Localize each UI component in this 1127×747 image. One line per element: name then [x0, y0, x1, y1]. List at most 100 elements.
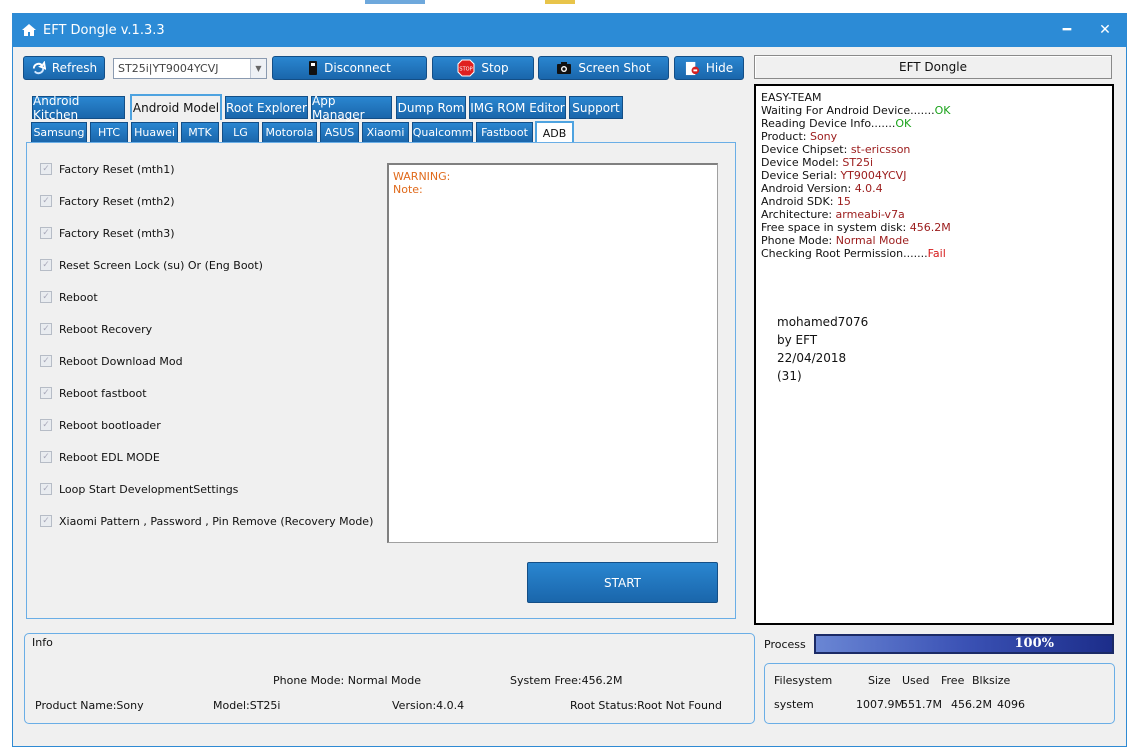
checkbox[interactable]: ✓ [40, 259, 52, 271]
minimize-button[interactable]: ━ [1056, 19, 1078, 41]
stop-label: Stop [481, 61, 509, 75]
refresh-label: Refresh [51, 61, 98, 75]
log-chipset: Device Chipset: st-ericsson [761, 143, 911, 156]
chevron-down-icon[interactable]: ▼ [250, 59, 266, 78]
checkbox[interactable]: ✓ [40, 195, 52, 207]
tab-android-kitchen[interactable]: Android Kitchen [32, 94, 125, 122]
tab-android-model[interactable]: Android Model [130, 94, 222, 120]
tab-app-manager[interactable]: App Manager [311, 94, 392, 122]
option-label: Loop Start DevelopmentSettings [59, 482, 239, 496]
fs-cell-name: system [774, 698, 814, 711]
log-sdk: Android SDK: 15 [761, 195, 851, 208]
refresh-button[interactable]: Refresh [23, 56, 105, 80]
option-label: Factory Reset (mth2) [59, 194, 175, 208]
option-reboot-download-mod[interactable]: ✓ Reboot Download Mod [40, 353, 183, 369]
hide-button[interactable]: Hide [674, 56, 744, 80]
signature-block: mohamed7076 by EFT 22/04/2018 (31) [777, 315, 869, 383]
log-root: Checking Root Permission.......Fail [761, 247, 946, 260]
info-version: Version:4.0.4 [392, 699, 465, 712]
option-reboot-bootloader[interactable]: ✓ Reboot bootloader [40, 417, 161, 433]
subtab-asus[interactable]: ASUS [320, 122, 359, 143]
disconnect-label: Disconnect [324, 61, 391, 75]
device-select-value: ST25i|YT9004YCVJ [118, 62, 219, 75]
info-model: Model:ST25i [213, 699, 281, 712]
subtab-mtk[interactable]: MTK [181, 122, 219, 143]
status-ok: OK [895, 117, 912, 130]
checkbox[interactable]: ✓ [40, 451, 52, 463]
option-reset-screen-lock[interactable]: ✓ Reset Screen Lock (su) Or (Eng Boot) [40, 257, 263, 273]
tab-img-rom-editor[interactable]: IMG ROM Editor [469, 96, 566, 119]
hide-label: Hide [705, 61, 734, 75]
log-version: Android Version: 4.0.4 [761, 182, 883, 195]
camera-icon [557, 62, 572, 74]
device-select[interactable]: ST25i|YT9004YCVJ ▼ [113, 58, 267, 79]
option-reboot-fastboot[interactable]: ✓ Reboot fastboot [40, 385, 147, 401]
option-factory-reset-mth3[interactable]: ✓ Factory Reset (mth3) [40, 225, 174, 241]
process-label: Process [764, 638, 806, 651]
background-strip [545, 0, 575, 4]
subtab-motorola[interactable]: Motorola [262, 122, 317, 143]
subtab-xiaomi[interactable]: Xiaomi [362, 122, 409, 143]
checkbox[interactable]: ✓ [40, 291, 52, 303]
checkbox[interactable]: ✓ [40, 483, 52, 495]
subtab-huawei[interactable]: Huawei [131, 122, 178, 143]
log-free-space: Free space in system disk: 456.2M [761, 221, 951, 234]
option-xiaomi-pattern-remove[interactable]: ✓ Xiaomi Pattern , Password , Pin Remove … [40, 513, 373, 529]
info-title: Info [32, 636, 53, 649]
option-label: Reset Screen Lock (su) Or (Eng Boot) [59, 258, 263, 272]
log-reading: Reading Device Info.......OK [761, 117, 912, 130]
fs-cell-blksize: 4096 [997, 698, 1025, 711]
log-phone-mode: Phone Mode: Normal Mode [761, 234, 910, 247]
option-label: Reboot bootloader [59, 418, 161, 432]
option-reboot-recovery[interactable]: ✓ Reboot Recovery [40, 321, 152, 337]
checkbox[interactable]: ✓ [40, 515, 52, 527]
fs-header-free: Free [941, 674, 965, 687]
checkbox[interactable]: ✓ [40, 387, 52, 399]
log-product: Product: Sony [761, 130, 838, 143]
screenshot-label: Screen Shot [578, 61, 651, 75]
subtab-lg[interactable]: LG [222, 122, 259, 143]
close-button[interactable]: ✕ [1094, 19, 1116, 41]
option-label: Factory Reset (mth1) [59, 162, 175, 176]
stop-icon: STOP [457, 59, 475, 77]
subtab-qualcomm[interactable]: Qualcomm [412, 122, 473, 143]
option-label: Reboot EDL MODE [59, 450, 160, 464]
log-waiting: Waiting For Android Device.......OK [761, 104, 951, 117]
subtab-fastboot[interactable]: Fastboot [476, 122, 533, 143]
checkbox[interactable]: ✓ [40, 355, 52, 367]
status-ok: OK [934, 104, 951, 117]
checkbox[interactable]: ✓ [40, 419, 52, 431]
subtab-adb[interactable]: ADB [535, 121, 574, 144]
fs-header-size: Size [868, 674, 891, 687]
eft-dongle-button[interactable]: EFT Dongle [754, 55, 1112, 79]
start-button[interactable]: START [527, 562, 718, 603]
log-team: EASY-TEAM [761, 91, 822, 104]
process-progress-bar: 100% [814, 634, 1114, 654]
option-label: Reboot [59, 290, 98, 304]
checkbox[interactable]: ✓ [40, 323, 52, 335]
fs-header-used: Used [902, 674, 930, 687]
subtab-samsung[interactable]: Samsung [31, 122, 87, 143]
option-factory-reset-mth1[interactable]: ✓ Factory Reset (mth1) [40, 161, 174, 177]
log-console: EASY-TEAM Waiting For Android Device....… [754, 84, 1114, 625]
tab-root-explorer[interactable]: Root Explorer [225, 96, 308, 119]
checkbox[interactable]: ✓ [40, 227, 52, 239]
disconnect-button[interactable]: Disconnect [272, 56, 427, 80]
tab-support[interactable]: Support [569, 96, 623, 119]
info-phone-mode: Phone Mode: Normal Mode [273, 674, 422, 687]
option-reboot-edl-mode[interactable]: ✓ Reboot EDL MODE [40, 449, 160, 465]
screenshot-button[interactable]: Screen Shot [538, 56, 669, 80]
option-loop-start-devsettings[interactable]: ✓ Loop Start DevelopmentSettings [40, 481, 238, 497]
option-reboot[interactable]: ✓ Reboot [40, 289, 98, 305]
app-window: EFT Dongle v.1.3.3 ━ ✕ Refresh ST25i|YT9… [12, 13, 1127, 747]
tab-dump-rom[interactable]: Dump Rom [396, 96, 466, 119]
log-serial: Device Serial: YT9004YCVJ [761, 169, 907, 182]
info-root-status: Root Status:Root Not Found [570, 699, 722, 712]
option-factory-reset-mth2[interactable]: ✓ Factory Reset (mth2) [40, 193, 174, 209]
checkbox[interactable]: ✓ [40, 163, 52, 175]
window-title: EFT Dongle v.1.3.3 [43, 23, 165, 38]
subtab-htc[interactable]: HTC [90, 122, 128, 143]
warning-textbox[interactable]: WARNING: Note: [387, 163, 718, 543]
stop-button[interactable]: STOP Stop [432, 56, 534, 80]
info-system-free: System Free:456.2M [510, 674, 623, 687]
